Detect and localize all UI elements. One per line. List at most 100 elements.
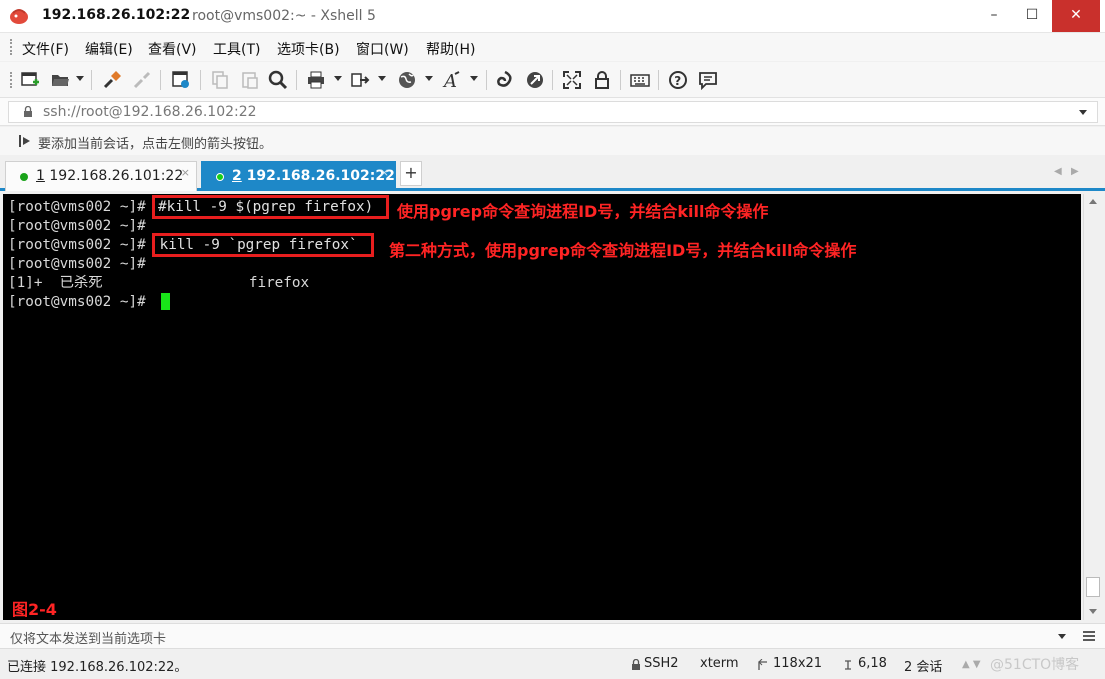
toolbar-separator bbox=[200, 70, 201, 90]
transfer-dropdown-arrow[interactable] bbox=[378, 76, 386, 81]
add-session-arrow-icon[interactable] bbox=[18, 134, 32, 148]
connected-status-icon bbox=[216, 173, 224, 181]
annotation-text: 第二种方式，使用pgrep命令查询进程ID号，并结合kill命令操作 bbox=[389, 241, 857, 260]
tab-close-icon[interactable]: × bbox=[181, 166, 190, 179]
cursor-position-status: 6,18 bbox=[858, 656, 887, 671]
svg-text:?: ? bbox=[674, 74, 681, 88]
paste-icon[interactable] bbox=[240, 70, 260, 90]
protocol-status: SSH2 bbox=[644, 656, 679, 671]
tab-bar: 1 192.168.26.101:22 × 2 192.168.26.102:2… bbox=[0, 156, 1105, 191]
font-icon[interactable]: A bbox=[442, 70, 462, 90]
toolbar-separator bbox=[160, 70, 161, 90]
compose-input-placeholder[interactable]: 仅将文本发送到当前选项卡 bbox=[10, 628, 166, 647]
minimize-button[interactable]: – bbox=[976, 0, 1012, 32]
session-hint-bar: 要添加当前会话，点击左侧的箭头按钮。 bbox=[0, 127, 1105, 155]
scroll-up-arrow[interactable] bbox=[1089, 199, 1097, 204]
tab-label: 1 192.168.26.101:22 bbox=[36, 168, 184, 184]
font-dropdown-arrow[interactable] bbox=[470, 76, 478, 81]
compose-dropdown-arrow[interactable] bbox=[1058, 634, 1066, 639]
terminal-job-line: [1]+ 已杀死 firefox bbox=[8, 275, 310, 291]
toolbar-separator bbox=[552, 70, 553, 90]
copy-icon[interactable] bbox=[210, 70, 230, 90]
properties-icon[interactable] bbox=[171, 70, 191, 90]
add-tab-button[interactable]: + bbox=[400, 161, 422, 186]
menu-tabs[interactable]: 选项卡(B) bbox=[277, 39, 340, 59]
menu-window[interactable]: 窗口(W) bbox=[356, 39, 409, 59]
figure-label: 图2-4 bbox=[12, 600, 57, 619]
terminal-line: [root@vms002 ~]# bbox=[8, 199, 146, 215]
globe-dropdown-arrow[interactable] bbox=[425, 76, 433, 81]
menu-help[interactable]: 帮助(H) bbox=[426, 39, 475, 59]
terminal-line: [root@vms002 ~]# bbox=[8, 256, 146, 272]
toolbar-grip bbox=[10, 72, 13, 88]
address-input[interactable]: ssh://root@192.168.26.102:22 bbox=[8, 101, 1098, 123]
status-bar: 已连接 192.168.26.102:22。 SSH2 xterm 118x21… bbox=[0, 650, 1105, 679]
terminal-command: #kill -9 $(pgrep firefox) bbox=[158, 199, 374, 215]
open-folder-icon[interactable] bbox=[50, 70, 70, 90]
svg-text:A: A bbox=[442, 71, 457, 90]
toolbar: A ? bbox=[0, 62, 1105, 98]
session-count-status: 2 会话 bbox=[904, 660, 943, 675]
terminal-scrollbar[interactable] bbox=[1083, 194, 1102, 620]
print-icon[interactable] bbox=[306, 70, 326, 90]
title-bar: 192.168.26.102:22 root@vms002:~ - Xshell… bbox=[0, 0, 1105, 33]
window-title-app: root@vms002:~ - Xshell 5 bbox=[192, 8, 376, 24]
keyboard-icon[interactable] bbox=[630, 70, 650, 90]
toolbar-separator bbox=[486, 70, 487, 90]
terminal-command: kill -9 `pgrep firefox` bbox=[151, 237, 358, 253]
menu-bar: 文件(F) 编辑(E) 查看(V) 工具(T) 选项卡(B) 窗口(W) 帮助(… bbox=[0, 33, 1105, 61]
disconnect-icon[interactable] bbox=[132, 70, 152, 90]
open-dropdown-arrow[interactable] bbox=[76, 76, 84, 81]
find-icon[interactable] bbox=[268, 70, 288, 90]
tab-session-1[interactable]: 1 192.168.26.101:22 × bbox=[5, 161, 197, 191]
menu-view[interactable]: 查看(V) bbox=[148, 39, 197, 59]
address-dropdown-arrow[interactable] bbox=[1079, 110, 1087, 115]
print-dropdown-arrow[interactable] bbox=[334, 76, 342, 81]
resize-icon bbox=[758, 659, 767, 670]
menubar-grip bbox=[10, 39, 13, 55]
lock-icon bbox=[24, 106, 32, 117]
tab-scroll-right-icon[interactable]: ▶ bbox=[1071, 166, 1079, 177]
hint-text: 要添加当前会话，点击左侧的箭头按钮。 bbox=[38, 137, 273, 152]
tab-scroll-left-icon[interactable]: ◀ bbox=[1054, 166, 1062, 177]
toolbar-separator bbox=[91, 70, 92, 90]
maximize-button[interactable]: ☐ bbox=[1014, 0, 1050, 32]
address-bar: ssh://root@192.168.26.102:22 bbox=[0, 98, 1105, 126]
address-value: ssh://root@192.168.26.102:22 bbox=[43, 104, 257, 120]
terminal-area[interactable]: [root@vms002 ~]# #kill -9 $(pgrep firefo… bbox=[3, 194, 1081, 620]
help-icon[interactable]: ? bbox=[668, 70, 688, 90]
status-nav-arrows-icon[interactable]: ▲ ▼ bbox=[962, 659, 981, 670]
fullscreen-icon[interactable] bbox=[562, 70, 582, 90]
xmanager-icon[interactable] bbox=[525, 70, 545, 90]
connect-icon[interactable] bbox=[102, 70, 122, 90]
connection-status: 已连接 192.168.26.102:22。 bbox=[7, 660, 188, 675]
terminal-cursor bbox=[161, 293, 170, 310]
terminal-line: [root@vms002 ~]# bbox=[8, 237, 146, 253]
menu-tools[interactable]: 工具(T) bbox=[213, 39, 260, 59]
toolbar-separator bbox=[658, 70, 659, 90]
chat-icon[interactable] bbox=[698, 70, 718, 90]
compose-bar[interactable]: 仅将文本发送到当前选项卡 bbox=[0, 623, 1105, 649]
terminal-line: [root@vms002 ~]# bbox=[8, 218, 146, 234]
connected-status-icon bbox=[20, 173, 28, 181]
menu-icon[interactable] bbox=[1082, 629, 1096, 643]
close-button[interactable]: ✕ bbox=[1052, 0, 1100, 32]
menu-edit[interactable]: 编辑(E) bbox=[85, 39, 133, 59]
watermark: @51CTO博客 bbox=[990, 657, 1080, 673]
menu-file[interactable]: 文件(F) bbox=[22, 39, 69, 59]
annotation-text: 使用pgrep命令查询进程ID号，并结合kill命令操作 bbox=[397, 202, 769, 221]
toolbar-separator bbox=[620, 70, 621, 90]
transfer-icon[interactable] bbox=[350, 70, 370, 90]
toolbar-separator bbox=[296, 70, 297, 90]
scrollbar-thumb[interactable] bbox=[1086, 577, 1100, 597]
lock-icon bbox=[632, 659, 640, 670]
terminal-type-status: xterm bbox=[700, 656, 739, 671]
tab-session-2[interactable]: 2 192.168.26.102:22 × bbox=[201, 161, 396, 191]
cursor-position-icon bbox=[845, 660, 851, 670]
new-session-icon[interactable] bbox=[20, 70, 40, 90]
tab-close-icon[interactable]: × bbox=[380, 166, 389, 179]
globe-icon[interactable] bbox=[397, 70, 417, 90]
lock-icon[interactable] bbox=[592, 70, 612, 90]
xftp-icon[interactable] bbox=[495, 70, 515, 90]
scroll-down-arrow[interactable] bbox=[1089, 609, 1097, 614]
